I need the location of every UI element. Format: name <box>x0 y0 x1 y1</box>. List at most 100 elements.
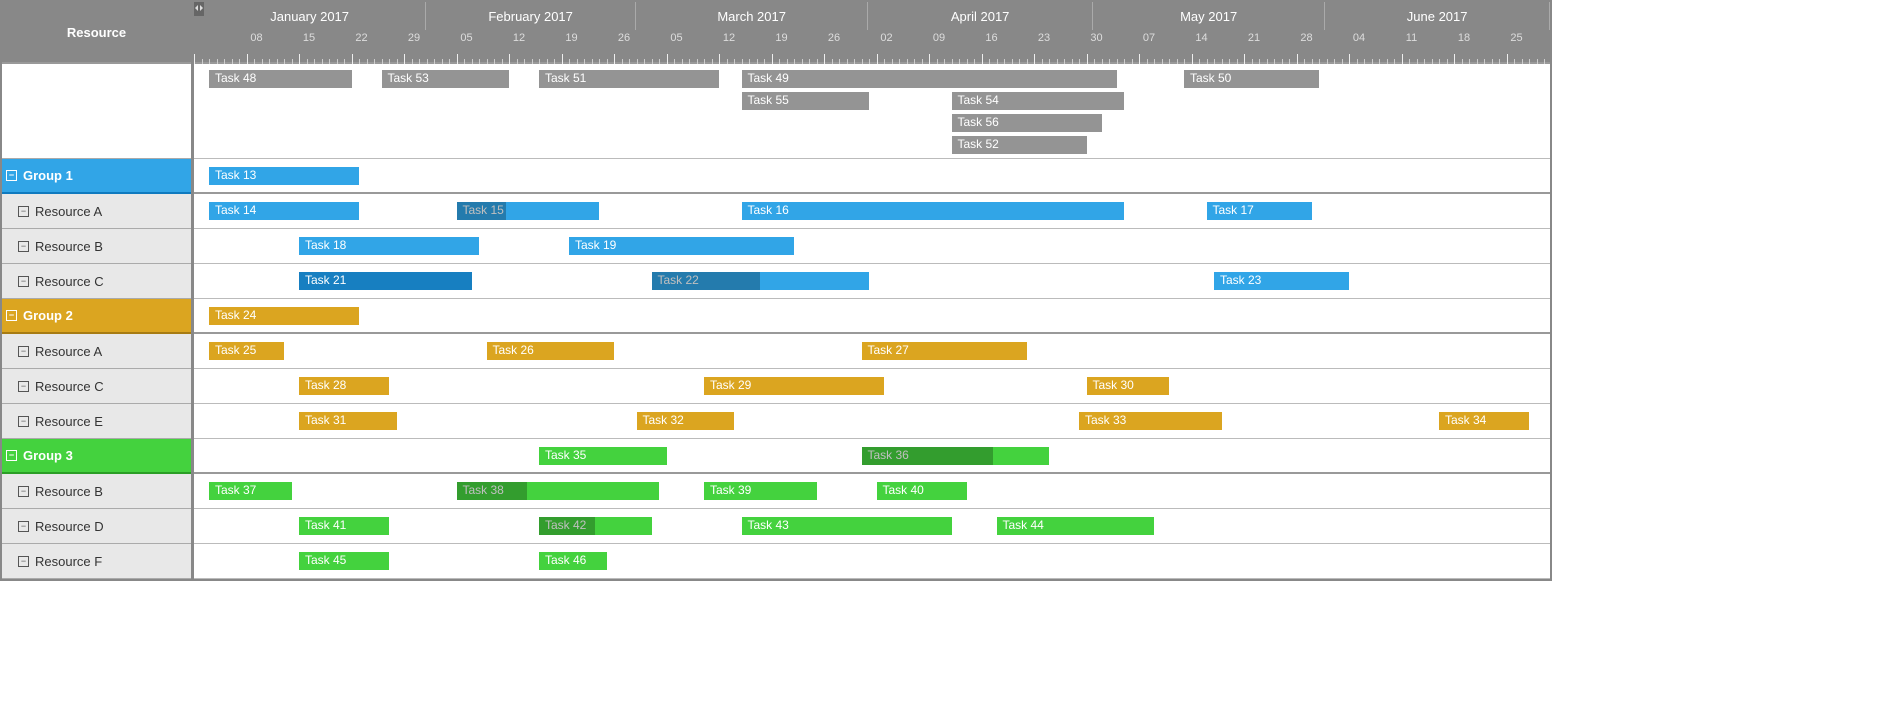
task-label: Task 14 <box>215 203 256 217</box>
month-header: May 2017 <box>1093 2 1325 30</box>
collapse-icon[interactable]: − <box>18 241 29 252</box>
resource-row-g1rc[interactable]: −Resource C <box>2 264 191 299</box>
task-bar[interactable]: Task 16 <box>742 202 1125 220</box>
task-bar[interactable]: Task 14 <box>209 202 359 220</box>
month-header: March 2017 <box>636 2 868 30</box>
splitter-handle[interactable] <box>194 2 204 16</box>
timeline-row: Task 24 <box>194 299 1550 334</box>
task-bar[interactable]: Task 19 <box>569 237 794 255</box>
group-row-g3[interactable]: −Group 3 <box>2 439 191 474</box>
task-bar[interactable]: Task 40 <box>877 482 967 500</box>
task-bar[interactable]: Task 37 <box>209 482 292 500</box>
task-bar[interactable]: Task 48 <box>209 70 352 88</box>
collapse-icon[interactable]: − <box>18 556 29 567</box>
task-label: Task 30 <box>1093 378 1134 392</box>
task-bar[interactable]: Task 41 <box>299 517 389 535</box>
resource-row-blank <box>2 64 191 159</box>
collapse-icon[interactable]: − <box>6 170 17 181</box>
task-bar[interactable]: Task 43 <box>742 517 952 535</box>
resource-label: Resource A <box>35 204 102 219</box>
task-bar[interactable]: Task 42 <box>539 517 652 535</box>
task-bar[interactable]: Task 46 <box>539 552 607 570</box>
task-bar[interactable]: Task 33 <box>1079 412 1222 430</box>
task-bar[interactable]: Task 24 <box>209 307 359 325</box>
task-bar[interactable]: Task 53 <box>382 70 510 88</box>
task-label: Task 36 <box>868 448 909 462</box>
resource-row-g3rd[interactable]: −Resource D <box>2 509 191 544</box>
month-header: June 2017 <box>1325 2 1550 30</box>
task-bar[interactable]: Task 44 <box>997 517 1155 535</box>
collapse-icon[interactable]: − <box>18 206 29 217</box>
timeline-ticks <box>194 52 1550 64</box>
timeline-row: Task 31 Task 32 Task 33 Task 34 <box>194 404 1550 439</box>
task-bar[interactable]: Task 39 <box>704 482 817 500</box>
collapse-icon[interactable]: − <box>18 276 29 287</box>
task-bar[interactable]: Task 30 <box>1087 377 1170 395</box>
task-label: Task 23 <box>1220 273 1261 287</box>
task-bar[interactable]: Task 25 <box>209 342 284 360</box>
collapse-icon[interactable]: − <box>18 381 29 392</box>
task-label: Task 44 <box>1003 518 1044 532</box>
task-label: Task 17 <box>1213 203 1254 217</box>
collapse-icon[interactable]: − <box>18 416 29 427</box>
task-bar[interactable]: Task 13 <box>209 167 359 185</box>
resource-row-g3rf[interactable]: −Resource F <box>2 544 191 579</box>
task-bar[interactable]: Task 55 <box>742 92 870 110</box>
task-bar[interactable]: Task 56 <box>952 114 1102 132</box>
resource-row-g1rb[interactable]: −Resource B <box>2 229 191 264</box>
task-bar[interactable]: Task 35 <box>539 447 667 465</box>
task-bar[interactable]: Task 32 <box>637 412 735 430</box>
task-label: Task 53 <box>388 71 429 85</box>
task-label: Task 50 <box>1190 71 1231 85</box>
resource-row-g2ra[interactable]: −Resource A <box>2 334 191 369</box>
collapse-icon[interactable]: − <box>6 310 17 321</box>
task-bar[interactable]: Task 29 <box>704 377 884 395</box>
task-bar[interactable]: Task 28 <box>299 377 389 395</box>
group-label: Group 1 <box>23 168 73 183</box>
task-bar[interactable]: Task 49 <box>742 70 1117 88</box>
task-label: Task 25 <box>215 343 256 357</box>
task-bar[interactable]: Task 51 <box>539 70 719 88</box>
timeline-row: Task 13 <box>194 159 1550 194</box>
resource-row-g3rb[interactable]: −Resource B <box>2 474 191 509</box>
task-bar[interactable]: Task 21 <box>299 272 472 290</box>
task-bar[interactable]: Task 38 <box>457 482 660 500</box>
task-bar[interactable]: Task 17 <box>1207 202 1312 220</box>
collapse-icon[interactable]: − <box>6 450 17 461</box>
resource-label: Resource E <box>35 414 103 429</box>
task-bar[interactable]: Task 34 <box>1439 412 1529 430</box>
collapse-icon[interactable]: − <box>18 486 29 497</box>
task-bar[interactable]: Task 36 <box>862 447 1050 465</box>
task-bar[interactable]: Task 22 <box>652 272 870 290</box>
task-label: Task 31 <box>305 413 346 427</box>
task-bar[interactable]: Task 23 <box>1214 272 1349 290</box>
task-label: Task 35 <box>545 448 586 462</box>
task-bar[interactable]: Task 54 <box>952 92 1125 110</box>
group-label: Group 3 <box>23 448 73 463</box>
task-label: Task 40 <box>883 483 924 497</box>
collapse-icon[interactable]: − <box>18 521 29 532</box>
task-bar[interactable]: Task 18 <box>299 237 479 255</box>
resource-row-g1ra[interactable]: −Resource A <box>2 194 191 229</box>
task-label: Task 26 <box>493 343 534 357</box>
timeline-row: Task 21 Task 22 Task 23 <box>194 264 1550 299</box>
resource-row-g2re[interactable]: −Resource E <box>2 404 191 439</box>
task-bar[interactable]: Task 26 <box>487 342 615 360</box>
collapse-icon[interactable]: − <box>18 346 29 357</box>
task-bar[interactable]: Task 50 <box>1184 70 1319 88</box>
group-row-g1[interactable]: −Group 1 <box>2 159 191 194</box>
task-label: Task 16 <box>748 203 789 217</box>
task-label: Task 38 <box>463 483 504 497</box>
task-label: Task 24 <box>215 308 256 322</box>
resource-label: Resource D <box>35 519 104 534</box>
task-bar[interactable]: Task 15 <box>457 202 600 220</box>
task-label: Task 13 <box>215 168 256 182</box>
task-bar[interactable]: Task 27 <box>862 342 1027 360</box>
task-bar[interactable]: Task 31 <box>299 412 397 430</box>
group-row-g2[interactable]: −Group 2 <box>2 299 191 334</box>
resource-row-g2rc[interactable]: −Resource C <box>2 369 191 404</box>
task-label: Task 29 <box>710 378 751 392</box>
timeline[interactable]: January 2017February 2017March 2017April… <box>194 2 1550 579</box>
task-bar[interactable]: Task 52 <box>952 136 1087 154</box>
task-bar[interactable]: Task 45 <box>299 552 389 570</box>
